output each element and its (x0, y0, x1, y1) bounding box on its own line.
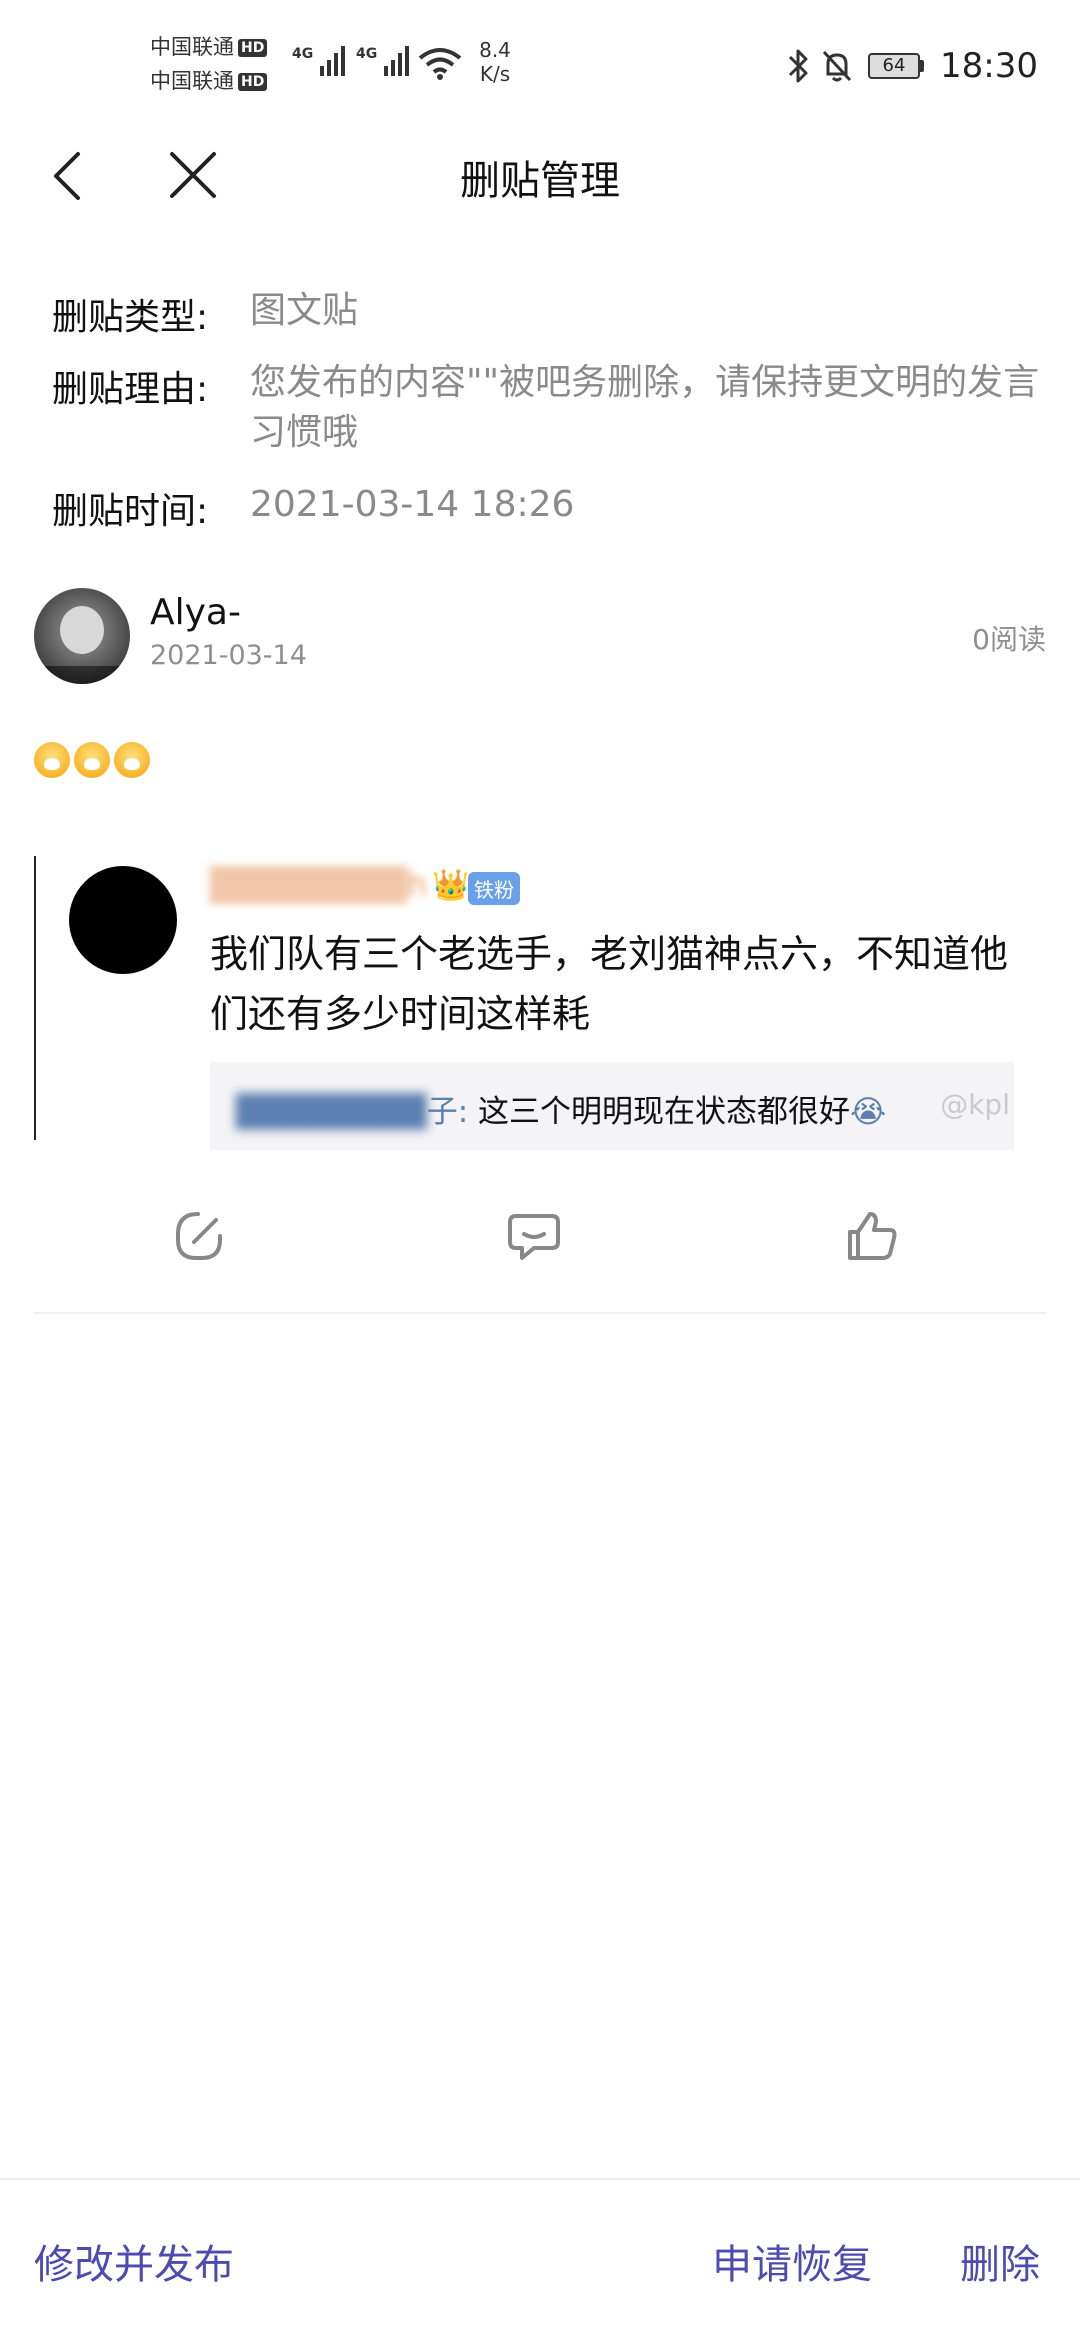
page-title: 删贴管理 (460, 158, 620, 204)
carrier-info: 中国联通 HD 中国联通 HD (150, 30, 268, 98)
hd-badge: HD (238, 39, 268, 57)
battery-indicator: 64 (868, 53, 920, 79)
type-label: 删贴类型: (52, 297, 209, 338)
network-speed: 8.4 K/s (470, 38, 520, 86)
reason-value: 您发布的内容""被吧务删除，请保持更文明的发言习惯哦 (250, 362, 1040, 453)
speed-value: 8.4 (479, 38, 511, 62)
signal-2: 4G (356, 42, 414, 80)
net-type: 4G (356, 46, 378, 62)
read-count: 0阅读 (972, 623, 1046, 656)
quote-avatar[interactable] (69, 866, 177, 974)
quote-username-suffix: h (406, 866, 428, 904)
appeal-restore-button[interactable]: 申请恢复 (712, 2232, 872, 2290)
crown-icon: 👑 (432, 868, 470, 903)
status-bar: 中国联通 HD 中国联通 HD 4G 4G 8.4 K/s 64 18:30 (0, 0, 1080, 130)
time-label: 删贴时间: (52, 491, 209, 532)
fan-badge: 铁粉 (468, 872, 520, 905)
hd-badge: HD (238, 73, 268, 91)
crying-emoji-icon: 😭 (850, 1094, 887, 1130)
quote-text[interactable]: 我们队有三个老选手，老刘猫神点六，不知道他们还有多少时间这样耗 (210, 924, 1030, 1044)
wifi-icon (418, 48, 462, 80)
crying-emoji-icon (74, 742, 110, 778)
reason-label: 删贴理由: (52, 369, 209, 410)
signal-bars-icon (384, 46, 410, 76)
type-value: 图文贴 (250, 290, 359, 331)
post-content-emojis (34, 742, 154, 782)
reply-username: 子: (426, 1094, 469, 1130)
clock: 18:30 (940, 46, 1038, 86)
comment-icon[interactable] (504, 1206, 564, 1266)
divider (34, 1312, 1046, 1314)
signal-bars-icon (320, 46, 346, 76)
edit-icon[interactable] (168, 1206, 228, 1266)
quote-bar (34, 856, 36, 1140)
crying-emoji-icon (34, 742, 70, 778)
mute-bell-icon (822, 50, 852, 82)
bluetooth-icon (788, 49, 808, 83)
time-value: 2021-03-14 18:26 (250, 484, 575, 525)
signal-1: 4G (292, 42, 350, 80)
delete-button[interactable]: 删除 (960, 2232, 1040, 2290)
carrier-2: 中国联通 (150, 69, 234, 93)
post-date: 2021-03-14 (150, 640, 307, 671)
reply-box[interactable]: ████████子: 这三个明明现在状态都很好😭 @kpl (210, 1062, 1014, 1150)
reply-text: 这三个明明现在状态都很好 (468, 1094, 851, 1130)
net-type: 4G (292, 46, 314, 62)
thumbs-up-icon[interactable] (842, 1206, 902, 1266)
quote-username[interactable]: ████████h (210, 866, 427, 904)
carrier-1: 中国联通 (150, 35, 234, 59)
watermark: @kpl (940, 1088, 1010, 1121)
crying-emoji-icon (114, 742, 150, 778)
edit-publish-button[interactable]: 修改并发布 (34, 2232, 234, 2290)
bottom-bar-border (0, 2178, 1080, 2180)
avatar[interactable] (34, 588, 130, 684)
speed-unit: K/s (479, 62, 511, 86)
reply-username-blurred: ████████ (236, 1094, 427, 1130)
battery-tip (920, 60, 924, 72)
author-name[interactable]: Alya- (150, 592, 241, 633)
